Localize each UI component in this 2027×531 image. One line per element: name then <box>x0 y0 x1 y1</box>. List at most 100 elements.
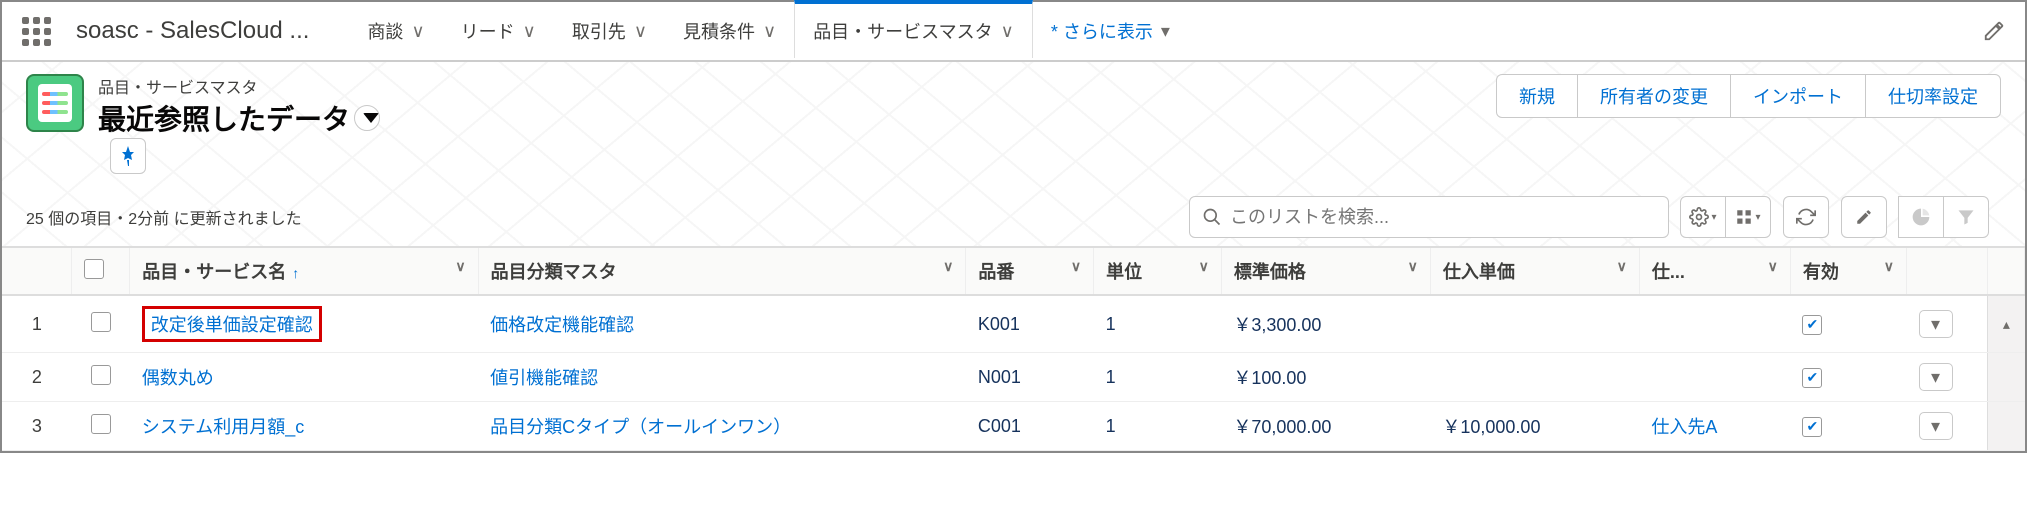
row-select[interactable] <box>72 353 130 402</box>
scrollbar-track <box>1988 248 2025 295</box>
col-unit[interactable]: 単位 ∨ <box>1094 248 1222 295</box>
nav-lead[interactable]: リード ∨ <box>443 2 554 60</box>
scrollbar-track[interactable] <box>1988 353 2025 402</box>
row-number: 2 <box>2 353 72 402</box>
filter-button[interactable] <box>1943 196 1989 238</box>
scrollbar-track[interactable]: ▴ <box>1988 295 2025 353</box>
display-as-button[interactable]: ▾ <box>1725 196 1771 238</box>
search-icon <box>1202 207 1222 227</box>
chevron-down-icon[interactable]: ∨ <box>1617 258 1627 275</box>
chevron-down-icon[interactable]: ∨ <box>763 21 776 42</box>
cell-supplier: 仕入先A <box>1639 402 1790 451</box>
nav-label: 見積条件 <box>683 18 755 44</box>
table-row: 3 システム利用月額_c 品目分類Cタイプ（オールインワン） C001 1 ￥7… <box>2 402 2025 451</box>
row-select[interactable] <box>72 402 130 451</box>
nav-label: リード <box>461 18 515 44</box>
cell-name: 偶数丸め <box>130 353 478 402</box>
new-button[interactable]: 新規 <box>1496 74 1578 118</box>
row-action-menu[interactable]: ▾ <box>1919 412 1953 440</box>
col-label: 標準価格 <box>1234 262 1306 282</box>
nav-product-master[interactable]: 品目・サービスマスタ ∨ <box>794 0 1033 58</box>
col-cost[interactable]: 仕入単価∨ <box>1430 248 1639 295</box>
chart-button[interactable] <box>1898 196 1944 238</box>
chevron-down-icon[interactable]: ∨ <box>1001 21 1014 42</box>
cell-std-price: ￥3,300.00 <box>1221 295 1430 353</box>
col-label: 品目・サービス名 <box>142 262 286 282</box>
cell-category: 品目分類Cタイプ（オールインワン） <box>478 402 966 451</box>
checkbox[interactable] <box>91 365 111 385</box>
chevron-down-icon[interactable]: ∨ <box>1071 258 1081 275</box>
checkbox[interactable] <box>84 259 104 279</box>
list-header: 品目・サービスマスタ 最近参照したデータ 新規 所有者の変更 インポート 仕切率… <box>2 62 2025 248</box>
cell-name: 改定後単価設定確認 <box>130 295 478 353</box>
sort-asc-icon: ↑ <box>292 265 299 281</box>
nav-label: 品目・サービスマスタ <box>813 18 992 44</box>
cell-category: 価格改定機能確認 <box>478 295 966 353</box>
edit-nav-icon[interactable] <box>1983 20 2005 42</box>
row-select[interactable] <box>72 295 130 353</box>
chevron-down-icon[interactable]: ∨ <box>634 21 647 42</box>
row-action-menu[interactable]: ▾ <box>1919 310 1953 338</box>
category-link[interactable]: 価格改定機能確認 <box>490 315 634 335</box>
chevron-down-icon[interactable]: ∨ <box>455 258 465 275</box>
col-select-all[interactable] <box>72 248 130 295</box>
chevron-down-icon[interactable]: ∨ <box>411 21 424 42</box>
chevron-down-icon[interactable]: ∨ <box>1199 258 1209 275</box>
refresh-button[interactable] <box>1783 196 1829 238</box>
chevron-down-icon[interactable]: ∨ <box>1408 258 1418 275</box>
caret-down-icon[interactable]: ▾ <box>1161 21 1170 42</box>
cell-item-number: N001 <box>966 353 1094 402</box>
list-view-title: 最近参照したデータ <box>98 98 350 138</box>
edit-list-button[interactable] <box>1841 196 1887 238</box>
table-row: 2 偶数丸め 値引機能確認 N001 1 ￥100.00 ✔ ▾ <box>2 353 2025 402</box>
import-button[interactable]: インポート <box>1730 74 1866 118</box>
category-link[interactable]: 品目分類Cタイプ（オールインワン） <box>490 417 791 437</box>
list-view-picker[interactable]: 最近参照したデータ <box>98 98 380 138</box>
item-name-link[interactable]: システム利用月額_c <box>142 417 304 437</box>
chevron-down-icon[interactable]: ∨ <box>1768 258 1778 275</box>
col-supplier[interactable]: 仕...∨ <box>1639 248 1790 295</box>
list-search-input[interactable] <box>1230 207 1656 228</box>
cell-std-price: ￥100.00 <box>1221 353 1430 402</box>
list-settings-button[interactable]: ▾ <box>1680 196 1726 238</box>
cell-valid: ✔ <box>1790 295 1906 353</box>
rate-setting-button[interactable]: 仕切率設定 <box>1865 74 2001 118</box>
dropdown-icon[interactable] <box>354 105 380 131</box>
checkbox-checked: ✔ <box>1802 315 1822 335</box>
item-name-link[interactable]: 偶数丸め <box>142 368 214 388</box>
cell-unit: 1 <box>1094 402 1222 451</box>
supplier-link[interactable]: 仕入先A <box>1651 417 1717 437</box>
category-link[interactable]: 値引機能確認 <box>490 368 598 388</box>
app-launcher-icon[interactable] <box>22 17 51 46</box>
data-table: 品目・サービス名↑∨ 品目分類マスタ∨ 品番∨ 単位∨ 標準価格∨ 仕入単価∨ … <box>2 248 2025 451</box>
checkbox[interactable] <box>91 414 111 434</box>
row-number: 3 <box>2 402 72 451</box>
col-valid[interactable]: 有効 ∨ <box>1790 248 1906 295</box>
col-label: 有効 <box>1803 262 1839 282</box>
object-icon <box>26 74 84 132</box>
nav-account[interactable]: 取引先∨ <box>554 2 665 60</box>
col-item-number[interactable]: 品番∨ <box>966 248 1094 295</box>
row-action-menu[interactable]: ▾ <box>1919 363 1953 391</box>
cell-actions: ▾ <box>1907 402 1988 451</box>
checkbox-checked: ✔ <box>1802 368 1822 388</box>
checkbox[interactable] <box>91 312 111 332</box>
chevron-down-icon[interactable]: ∨ <box>523 21 536 42</box>
col-label: 単位 <box>1106 262 1142 282</box>
nav-quotecond[interactable]: 見積条件 ∨ <box>665 2 794 60</box>
scroll-up-icon[interactable]: ▴ <box>2000 316 2012 333</box>
chevron-down-icon[interactable]: ∨ <box>943 258 953 275</box>
nav-more[interactable]: * さらに表示▾ <box>1033 2 1188 60</box>
col-std-price[interactable]: 標準価格 ∨ <box>1221 248 1430 295</box>
col-rownum <box>2 248 72 295</box>
col-category[interactable]: 品目分類マスタ∨ <box>478 248 966 295</box>
list-search[interactable] <box>1189 196 1669 238</box>
item-name-link[interactable]: 改定後単価設定確認 <box>142 306 322 342</box>
col-name[interactable]: 品目・サービス名 ↑ ∨ <box>130 248 478 295</box>
nav-opportunity[interactable]: 商談∨ <box>349 2 442 60</box>
pin-button[interactable] <box>110 138 146 174</box>
change-owner-button[interactable]: 所有者の変更 <box>1577 74 1731 118</box>
chevron-down-icon[interactable]: ∨ <box>1884 258 1894 275</box>
header-actions: 新規 所有者の変更 インポート 仕切率設定 <box>1497 74 2001 118</box>
scrollbar-track[interactable] <box>1988 402 2025 451</box>
